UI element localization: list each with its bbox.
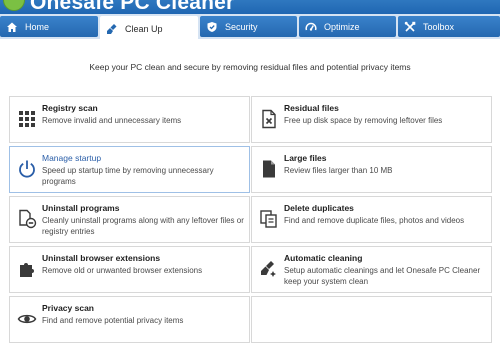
card-title: Large files bbox=[284, 153, 327, 163]
card-title: Registry scan bbox=[42, 103, 98, 113]
app-title: Onesafe PC Cleaner bbox=[30, 0, 235, 14]
tab-clean-up[interactable]: Clean Up bbox=[100, 16, 198, 41]
eye-icon bbox=[17, 314, 37, 324]
title-bar: Onesafe PC Cleaner bbox=[0, 0, 500, 14]
home-icon bbox=[7, 22, 17, 32]
card-uninstall-programs[interactable]: Uninstall programs Cleanly uninstall pro… bbox=[9, 196, 250, 243]
shield-icon bbox=[207, 21, 217, 32]
card-delete-duplicates[interactable]: Delete duplicates Find and remove duplic… bbox=[251, 196, 492, 243]
card-title: Uninstall browser extensions bbox=[42, 253, 161, 263]
card-large-files[interactable]: Large files Review files larger than 10 … bbox=[251, 146, 492, 193]
card-residual-files[interactable]: Residual files Free up disk space by rem… bbox=[251, 96, 492, 143]
file-x-icon bbox=[262, 109, 276, 129]
tab-toolbox[interactable]: Toolbox bbox=[398, 16, 500, 37]
clean-up-panel: Keep your PC clean and secure by removin… bbox=[0, 39, 500, 343]
card-automatic-cleaning[interactable]: Automatic cleaning Setup automatic clean… bbox=[251, 246, 492, 293]
card-title: Uninstall programs bbox=[42, 203, 120, 213]
tab-label: Optimize bbox=[324, 21, 360, 32]
tab-home[interactable]: Home bbox=[0, 16, 98, 37]
tools-icon bbox=[404, 21, 416, 32]
page-subtitle: Keep your PC clean and secure by removin… bbox=[89, 62, 411, 72]
card-description: Remove invalid and unnecessary items bbox=[42, 116, 182, 125]
tab-bar: Home Clean Up Security Optimize Toolbox bbox=[0, 14, 500, 41]
tab-label: Security bbox=[225, 21, 258, 32]
card-description: Find and remove duplicate files, photos … bbox=[284, 216, 465, 225]
tab-optimize[interactable]: Optimize bbox=[299, 16, 396, 37]
auto-clean-icon bbox=[261, 261, 276, 277]
file-icon bbox=[263, 160, 275, 178]
card-description: Free up disk space by removing leftover … bbox=[284, 116, 443, 125]
grid-icon bbox=[19, 111, 35, 127]
uninstall-icon bbox=[19, 209, 37, 229]
card-description: Review files larger than 10 MB bbox=[284, 166, 393, 175]
card-description: Setup automatic cleanings and let Onesaf… bbox=[284, 266, 481, 286]
card-title: Privacy scan bbox=[42, 303, 94, 313]
card-title: Delete duplicates bbox=[284, 203, 354, 213]
tab-security[interactable]: Security bbox=[200, 16, 297, 37]
card-manage-startup[interactable]: Manage startup Speed up startup time by … bbox=[9, 146, 250, 193]
speedometer-icon bbox=[305, 22, 317, 31]
card-privacy-scan[interactable]: Privacy scan Find and remove potential p… bbox=[9, 296, 250, 343]
card-description: Remove old or unwanted browser extension… bbox=[42, 266, 203, 275]
power-icon bbox=[19, 160, 35, 178]
puzzle-icon bbox=[20, 263, 34, 277]
card-title: Manage startup bbox=[42, 153, 102, 163]
duplicate-icon bbox=[260, 210, 277, 228]
tab-label: Home bbox=[25, 21, 50, 32]
card-description: Speed up startup time by removing unnece… bbox=[42, 166, 214, 186]
app-logo-icon bbox=[3, 0, 25, 11]
card-description: Find and remove potential privacy items bbox=[42, 316, 184, 325]
card-title: Automatic cleaning bbox=[284, 253, 363, 263]
card-registry-scan[interactable]: Registry scan Remove invalid and unneces… bbox=[9, 96, 250, 143]
card-empty-slot bbox=[251, 296, 492, 343]
tab-label: Clean Up bbox=[125, 23, 163, 34]
tab-label: Toolbox bbox=[423, 21, 455, 32]
broom-icon bbox=[107, 23, 117, 34]
card-title: Residual files bbox=[284, 103, 339, 113]
card-description: Cleanly uninstall programs along with an… bbox=[42, 216, 244, 236]
card-uninstall-browser-extensions[interactable]: Uninstall browser extensions Remove old … bbox=[9, 246, 250, 293]
